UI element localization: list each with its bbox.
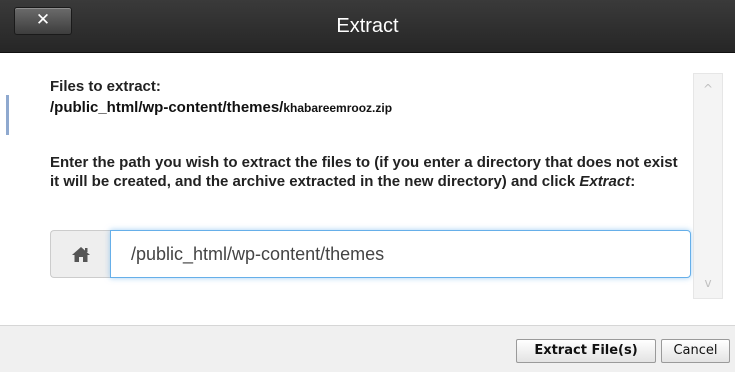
extract-instructions: Enter the path you wish to extract the f… — [50, 153, 690, 191]
cancel-button[interactable]: Cancel — [661, 339, 730, 363]
instructions-colon: : — [630, 173, 636, 190]
archive-filename: khabareemrooz.zip — [283, 101, 393, 115]
content-scrollbar[interactable]: ^ v — [693, 73, 723, 299]
dialog-footer: Extract File(s) Cancel — [0, 325, 735, 372]
dialog-titlebar: Extract ✕ — [0, 0, 735, 53]
close-button[interactable]: ✕ — [14, 7, 72, 35]
extract-files-button[interactable]: Extract File(s) — [516, 339, 656, 363]
files-to-extract-path: /public_html/wp-content/themes/khabareem… — [50, 99, 392, 116]
home-icon — [72, 247, 90, 262]
archive-directory: /public_html/wp-content/themes/ — [50, 99, 284, 116]
files-to-extract-label: Files to extract: — [50, 78, 161, 95]
dialog-title: Extract — [336, 15, 399, 37]
instructions-extract-word: Extract — [579, 173, 631, 190]
extract-path-group — [50, 230, 691, 278]
scroll-up-arrow-icon[interactable]: ^ — [694, 78, 722, 100]
dialog-content: Files to extract: /public_html/wp-conten… — [10, 53, 730, 325]
scroll-down-arrow-icon[interactable]: v — [694, 272, 722, 294]
extract-dialog: Extract ✕ Files to extract: /public_html… — [0, 0, 735, 372]
extract-path-input[interactable] — [110, 230, 691, 278]
left-edge-accent — [6, 95, 9, 135]
home-addon — [50, 230, 110, 278]
